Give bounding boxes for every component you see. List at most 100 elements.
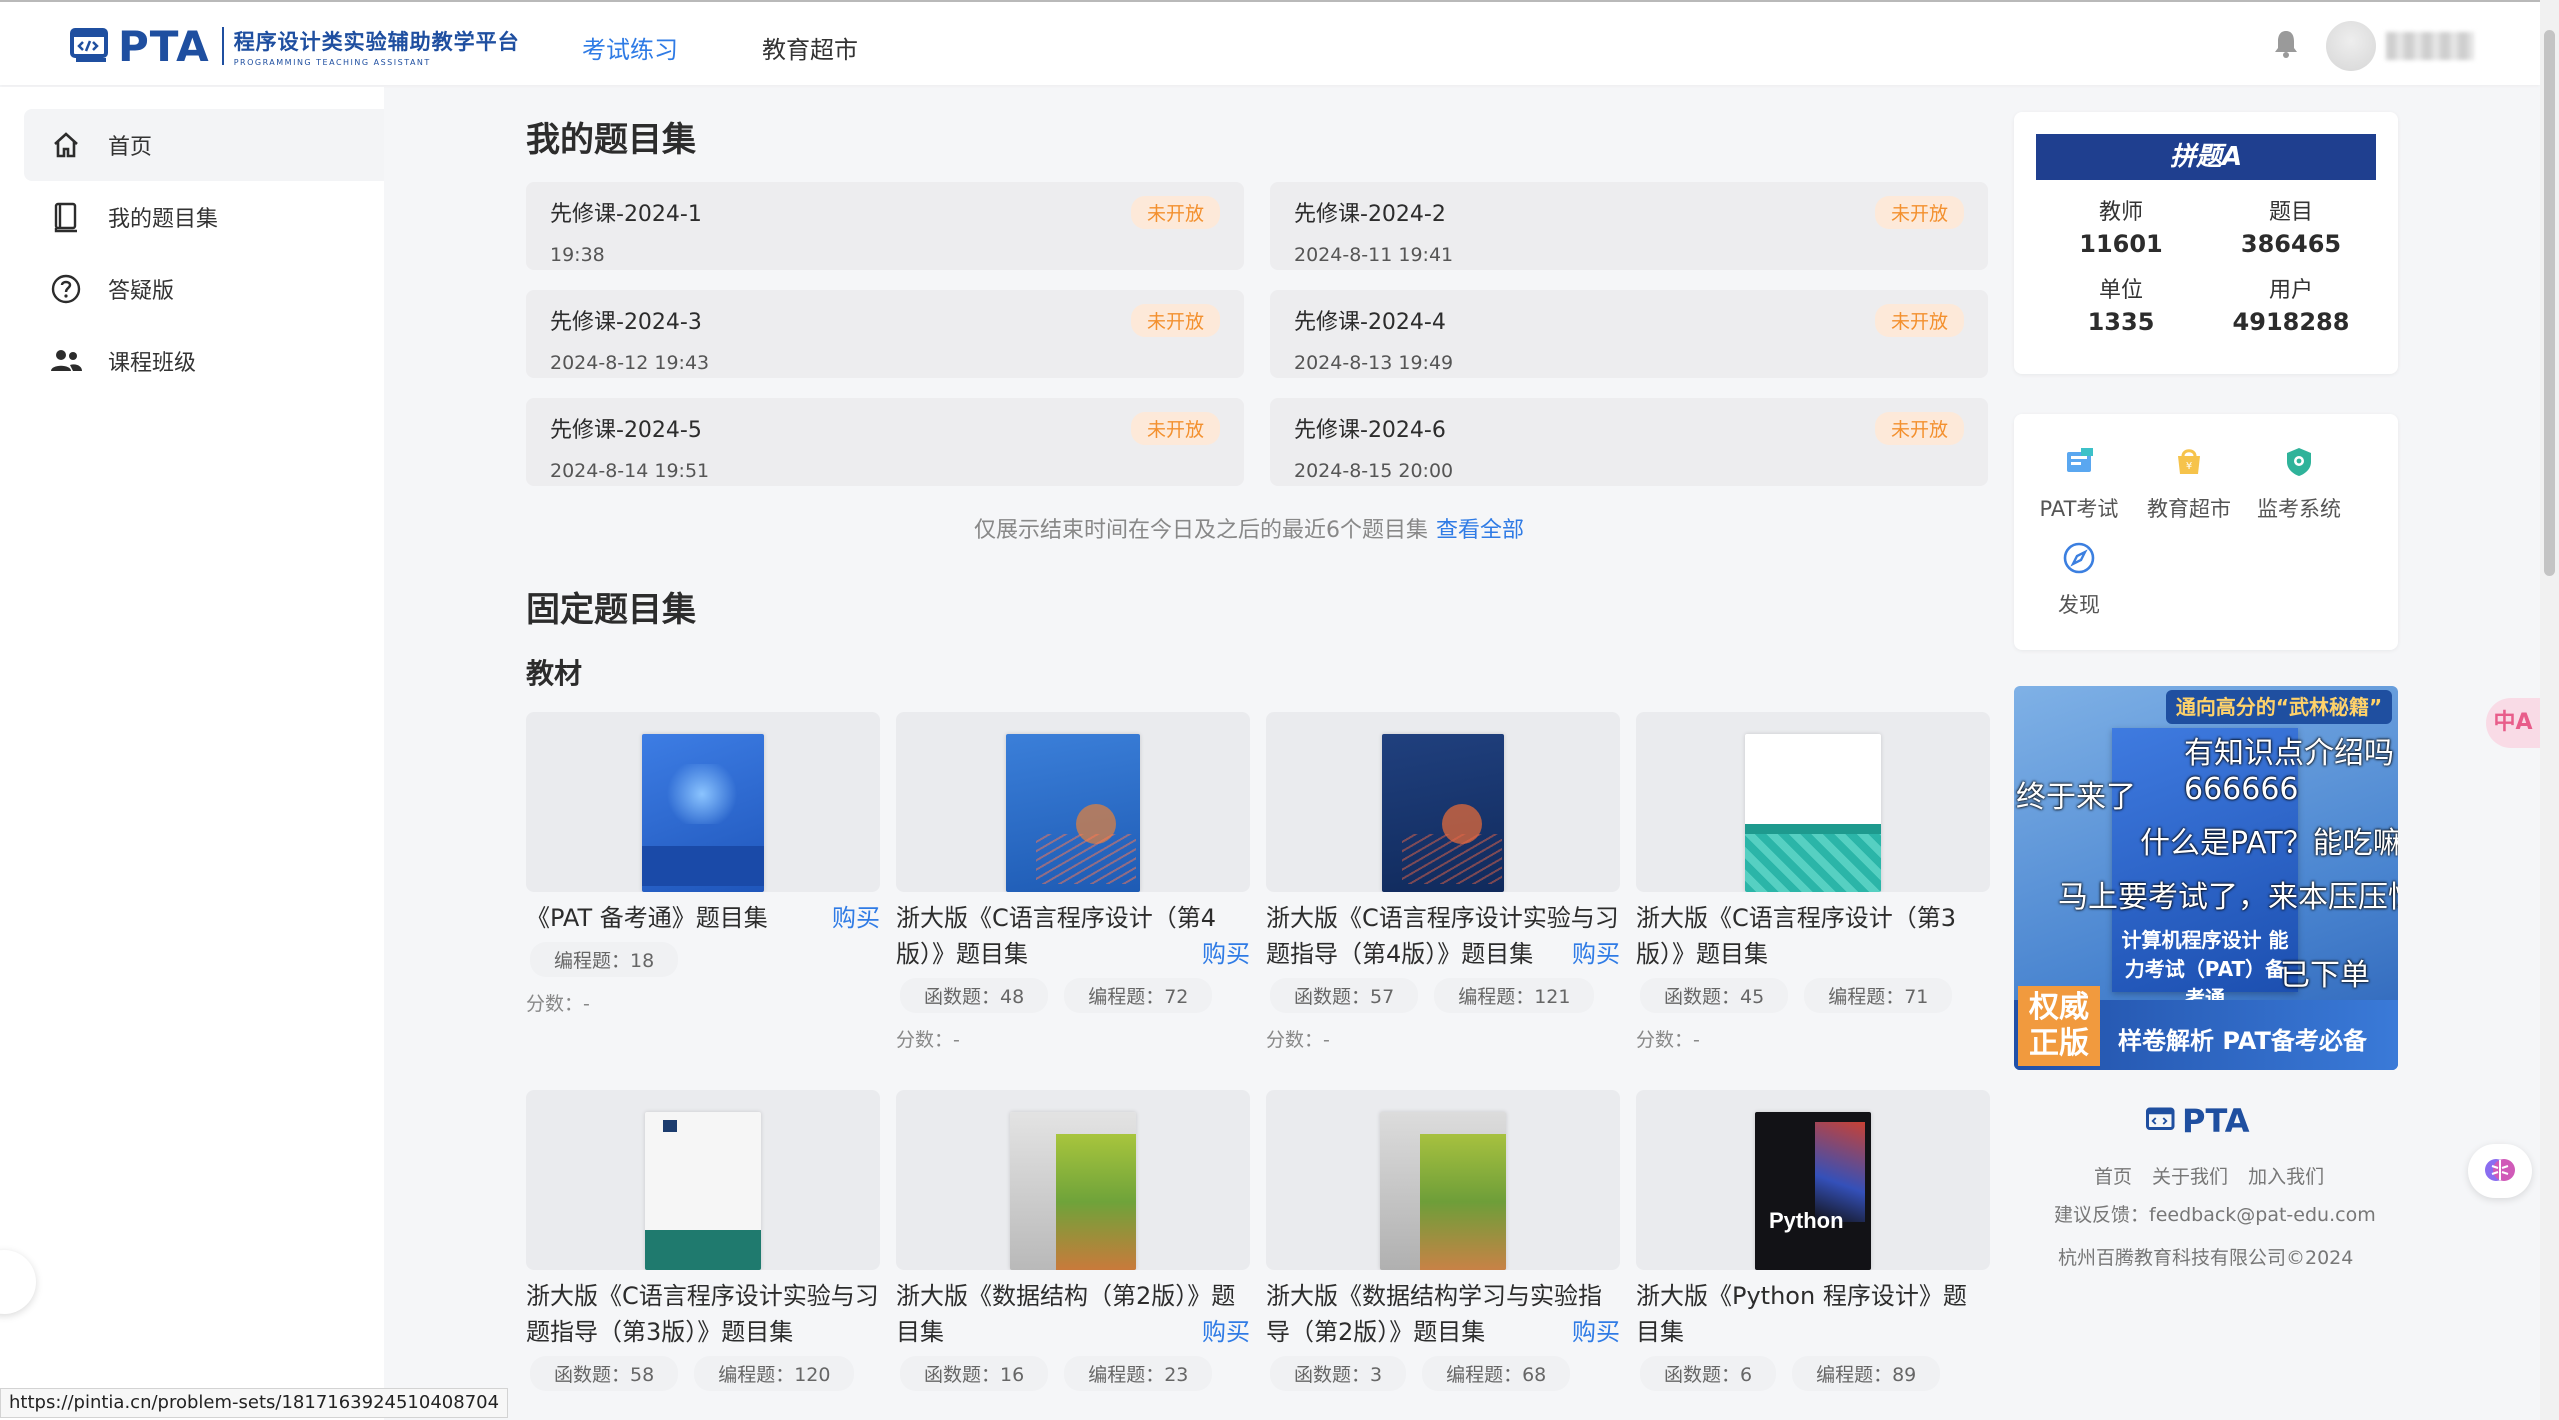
avatar[interactable] — [2326, 21, 2376, 71]
people-icon — [48, 343, 84, 379]
stat-value: 386465 — [2240, 230, 2342, 258]
pintia-banner: 拼题A — [2036, 134, 2376, 180]
buy-link[interactable]: 购买 — [1572, 936, 1620, 972]
textbook-subtitle: 教材 — [526, 657, 583, 690]
logo-wordmark: PTA — [118, 21, 210, 71]
book-title[interactable]: 浙大版《数据结构（第2版）》题目集 购买 — [896, 1278, 1250, 1350]
book-cover[interactable] — [1266, 712, 1620, 892]
ai-assistant-float-button[interactable] — [2468, 1144, 2532, 1198]
book-title-text: 浙大版《C语言程序设计实验与习题指导（第3版）》题目集 — [526, 1282, 879, 1346]
problem-set-card[interactable]: 先修课-2024-3 2024-8-12 19:43 未开放 — [526, 290, 1244, 378]
quick-link-label: 发现 — [2058, 593, 2100, 617]
textbook-card[interactable]: 浙大版《数据结构（第2版）》题目集 购买 函数题：16 编程题：23 — [896, 1090, 1250, 1391]
tag-function: 函数题：6 — [1640, 1356, 1777, 1391]
quick-link-proctor[interactable]: 监考系统 — [2244, 444, 2354, 523]
set-time: 2024-8-12 19:43 — [550, 352, 710, 374]
book-title[interactable]: 《PAT 备考通》题目集 购买 — [526, 900, 880, 936]
bell-icon[interactable] — [2272, 28, 2300, 60]
textbook-card[interactable]: Python 浙大版《Python 程序设计》题目集 函数题：6 编程题：89 — [1636, 1090, 1990, 1391]
set-name: 先修课-2024-3 — [550, 310, 702, 335]
stat-value: 11601 — [2079, 230, 2163, 258]
translate-float-button[interactable]: 中A — [2486, 698, 2540, 748]
book-title-text: 浙大版《C语言程序设计实验与习题指导（第4版）》题目集 — [1266, 904, 1619, 968]
set-time: 2024-8-11 19:41 — [1294, 244, 1454, 266]
stat-users: 用户 4918288 — [2206, 272, 2376, 336]
fixed-sets-title: 固定题目集 — [526, 590, 696, 630]
book-cover[interactable]: Python — [1636, 1090, 1990, 1270]
view-all-link[interactable]: 查看全部 — [1436, 518, 1524, 543]
set-name: 先修课-2024-1 — [550, 202, 702, 227]
sidebar-item-label: 我的题目集 — [108, 207, 219, 232]
book-score: 分数：- — [1266, 1029, 1330, 1051]
book-title[interactable]: 浙大版《C语言程序设计实验与习题指导（第3版）》题目集 — [526, 1278, 880, 1350]
footer-logo: PTA — [2146, 1102, 2250, 1140]
footer-links[interactable]: 首页 关于我们 加入我们 — [2094, 1162, 2324, 1189]
quick-link-edu-market[interactable]: ¥ 教育超市 — [2134, 444, 2244, 523]
svg-text:¥: ¥ — [2186, 461, 2192, 472]
sidebar-item-qa[interactable]: 答疑版 — [24, 253, 384, 325]
tag-programming: 编程题：68 — [1422, 1356, 1571, 1391]
danmu-comment: 666666 — [2184, 772, 2299, 807]
footer-wordmark: PTA — [2182, 1102, 2250, 1140]
quick-link-pat-exam[interactable]: PAT考试 — [2024, 444, 2134, 523]
buy-link[interactable]: 购买 — [1202, 936, 1250, 972]
status-bar-url: https://pintia.cn/problem-sets/181716392… — [0, 1388, 509, 1418]
problem-set-card[interactable]: 先修课-2024-2 2024-8-11 19:41 未开放 — [1270, 182, 1988, 270]
brain-icon — [2485, 1159, 2515, 1181]
home-icon — [48, 127, 84, 163]
problem-set-card[interactable]: 先修课-2024-6 2024-8-15 20:00 未开放 — [1270, 398, 1988, 486]
pat-book-ad-banner[interactable]: 通向高分的“武林秘籍” 计算机程序设计 能力考试（PAT）备考通 权威正版 样卷… — [2014, 686, 2398, 1070]
stat-label: 教师 — [2098, 200, 2143, 225]
danmu-comment: 有知识点介绍吗 — [2184, 736, 2394, 771]
book-cover[interactable] — [526, 1090, 880, 1270]
quick-link-label: 教育超市 — [2147, 497, 2231, 521]
textbook-card[interactable]: 浙大版《C语言程序设计实验与习题指导（第3版）》题目集 函数题：58 编程题：1… — [526, 1090, 880, 1391]
book-cover[interactable] — [896, 1090, 1250, 1270]
sets-hint: 仅展示结束时间在今日及之后的最近6个题目集 查看全部 — [974, 512, 1524, 544]
textbook-card[interactable]: 浙大版《C语言程序设计实验与习题指导（第4版）》题目集 购买 函数题：57 编程… — [1266, 712, 1620, 1052]
book-title[interactable]: 浙大版《Python 程序设计》题目集 — [1636, 1278, 1990, 1350]
book-title[interactable]: 浙大版《C语言程序设计（第3版）》题目集 — [1636, 900, 1990, 972]
sidebar-item-my-sets[interactable]: 我的题目集 — [24, 181, 384, 253]
nav-exam-practice[interactable]: 考试练习 — [582, 30, 678, 65]
book-title-text: 浙大版《数据结构（第2版）》题目集 — [896, 1282, 1236, 1346]
book-cover[interactable] — [1636, 712, 1990, 892]
footer-feedback[interactable]: 建议反馈：feedback@pat-edu.com — [2054, 1200, 2376, 1227]
textbook-card[interactable]: 浙大版《C语言程序设计（第3版）》题目集 函数题：45 编程题：71 分数：- — [1636, 712, 1990, 1052]
sidebar-item-classes[interactable]: 课程班级 — [24, 325, 384, 397]
book-cover-image — [645, 1112, 761, 1270]
textbook-card[interactable]: 浙大版《C语言程序设计（第4版）》题目集 购买 函数题：48 编程题：72 分数… — [896, 712, 1250, 1052]
pta-logo[interactable]: PTA 程序设计类实验辅助教学平台 PROGRAMMING TEACHING A… — [70, 21, 520, 71]
book-cover[interactable] — [526, 712, 880, 892]
ad-top-tagline: 通向高分的“武林秘籍” — [2166, 690, 2392, 724]
book-cover[interactable] — [1266, 1090, 1620, 1270]
buy-link[interactable]: 购买 — [1572, 1314, 1620, 1350]
ad-slogan: 样卷解析 PAT备考必备 — [2118, 1027, 2367, 1055]
nav-edu-market[interactable]: 教育超市 — [762, 30, 858, 65]
book-title[interactable]: 浙大版《数据结构学习与实验指导（第2版）》题目集 购买 — [1266, 1278, 1620, 1350]
book-title[interactable]: 浙大版《C语言程序设计（第4版）》题目集 购买 — [896, 900, 1250, 972]
scrollbar-thumb[interactable] — [2544, 30, 2555, 576]
set-name: 先修课-2024-4 — [1294, 310, 1446, 335]
textbook-card[interactable]: 《PAT 备考通》题目集 购买 编程题：18 分数：- — [526, 712, 880, 1016]
book-cover[interactable] — [896, 712, 1250, 892]
set-time: 2024-8-15 20:00 — [1294, 460, 1454, 482]
sidebar-item-home[interactable]: 首页 — [24, 109, 384, 181]
user-name-blurred[interactable] — [2386, 32, 2474, 60]
textbook-card[interactable]: 浙大版《数据结构学习与实验指导（第2版）》题目集 购买 函数题：3 编程题：68 — [1266, 1090, 1620, 1391]
problem-set-card[interactable]: 先修课-2024-1 19:38 未开放 — [526, 182, 1244, 270]
quick-link-discover[interactable]: 发现 — [2024, 540, 2134, 619]
status-badge: 未开放 — [1874, 304, 1964, 337]
buy-link[interactable]: 购买 — [832, 900, 880, 936]
problem-set-card[interactable]: 先修课-2024-5 2024-8-14 19:51 未开放 — [526, 398, 1244, 486]
stat-label: 单位 — [2098, 278, 2143, 303]
problem-set-card[interactable]: 先修课-2024-4 2024-8-13 19:49 未开放 — [1270, 290, 1988, 378]
buy-link[interactable]: 购买 — [1202, 1314, 1250, 1350]
book-title[interactable]: 浙大版《C语言程序设计实验与习题指导（第4版）》题目集 购买 — [1266, 900, 1620, 972]
danmu-comment: 已下单 — [2280, 958, 2370, 993]
book-cover-image — [1006, 734, 1140, 892]
tag-programming: 编程题：120 — [694, 1356, 855, 1391]
sidebar-item-label: 答疑版 — [108, 279, 175, 304]
tag-function: 函数题：48 — [900, 978, 1049, 1013]
tag-function: 函数题：45 — [1640, 978, 1789, 1013]
